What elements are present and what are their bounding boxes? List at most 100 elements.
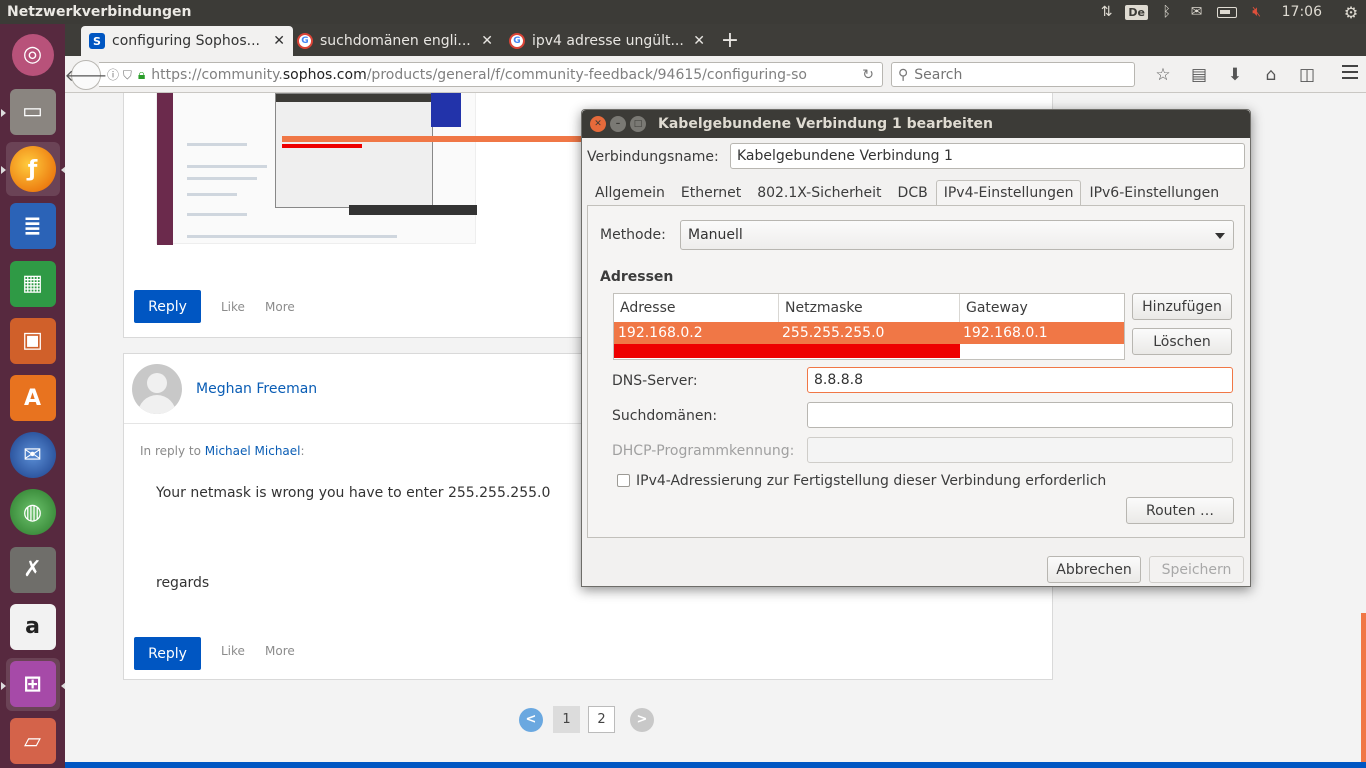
connection-name-input[interactable] [730, 143, 1245, 169]
trash-button[interactable]: ▱ [6, 715, 60, 768]
dhcp-client-id-label: DHCP-Programmkennung: [612, 443, 795, 459]
url-bar[interactable]: ⓘ ⛉ 🔒︎ https://community.sophos.com/prod… [99, 62, 883, 87]
google-favicon-icon: G [297, 33, 313, 49]
volume-muted-icon[interactable]: 🔇︎ [1242, 0, 1272, 24]
more-link[interactable]: More [265, 644, 295, 658]
tab-ipv4-settings[interactable]: IPv4-Einstellungen [935, 180, 1082, 205]
impress-button[interactable]: ▣ [6, 314, 60, 367]
site-info-icon[interactable]: ⓘ ⛉ [107, 66, 132, 83]
window-title: Netzwerkverbindungen [7, 4, 192, 20]
reload-icon[interactable]: ↻ [862, 67, 874, 83]
tab-configuring-sophos[interactable]: S configuring Sophos... ✕ [81, 26, 293, 56]
screenshot-attachment[interactable] [156, 93, 792, 245]
require-ipv4-checkbox[interactable] [617, 474, 630, 487]
maximize-icon[interactable]: □ [630, 116, 646, 132]
method-label: Methode: [600, 227, 666, 243]
tab-allgemein[interactable]: Allgemein [587, 180, 673, 205]
network-connections-button[interactable]: ⊞ [0, 657, 66, 711]
more-link[interactable]: More [265, 300, 295, 314]
keyboard-layout-icon[interactable]: De [1122, 0, 1152, 24]
amazon-button[interactable]: a [6, 600, 60, 653]
home-icon[interactable]: ⌂ [1253, 65, 1289, 85]
minimize-icon[interactable]: – [610, 116, 626, 132]
method-select[interactable]: Manuell [680, 220, 1234, 250]
back-arrow-icon: 🡐 [64, 66, 108, 85]
firefox-button[interactable]: ƒ [0, 142, 66, 196]
new-tab-icon[interactable]: + [717, 28, 743, 53]
page-1[interactable]: 1 [553, 706, 580, 733]
routes-button[interactable]: Routen … [1126, 497, 1234, 524]
page-2[interactable]: 2 [588, 706, 615, 733]
add-address-button[interactable]: Hinzufügen [1132, 293, 1232, 320]
calc-button[interactable]: ▦ [6, 257, 60, 310]
page-scrollbar[interactable] [1361, 613, 1366, 763]
edit-connection-dialog: ✕ – □ Kabelgebundene Verbindung 1 bearbe… [581, 109, 1251, 587]
next-page-icon[interactable]: > [630, 707, 654, 732]
cell-gateway[interactable]: 192.168.0.1 [959, 322, 1048, 344]
files-button[interactable]: ▭ [0, 85, 60, 138]
table-row[interactable]: 192.168.0.2 255.255.255.0 192.168.0.1 [614, 322, 1124, 344]
network-globe-button[interactable]: ◍ [6, 486, 60, 539]
power-gear-icon[interactable]: ⚙ [1336, 0, 1366, 24]
close-icon[interactable]: ✕ [590, 116, 606, 132]
writer-button[interactable]: ≣ [6, 200, 60, 253]
tab-suchdomaenen[interactable]: G suchdomänen engli... ✕ [289, 26, 501, 56]
like-link[interactable]: Like [221, 644, 245, 658]
column-header-address[interactable]: Adresse [614, 294, 779, 322]
download-icon[interactable]: ⬇ [1217, 65, 1253, 85]
save-button[interactable]: Speichern [1149, 556, 1244, 583]
previous-page-icon[interactable]: < [519, 707, 543, 732]
indicator-area: ⇅ De ᛒ ✉ 🔇︎ 17:06 ⚙ [1092, 0, 1366, 24]
files-icon: ▭ [9, 88, 56, 135]
reply-button[interactable]: Reply [134, 637, 201, 670]
system-settings-icon: ✗ [9, 546, 56, 593]
close-tab-icon[interactable]: ✕ [481, 33, 493, 49]
cancel-button[interactable]: Abbrechen [1047, 556, 1141, 583]
back-button[interactable]: 🡐 [65, 60, 107, 90]
battery-icon[interactable] [1212, 0, 1242, 24]
mail-icon[interactable]: ✉ [1182, 0, 1212, 24]
like-link[interactable]: Like [221, 300, 245, 314]
author-name[interactable]: Meghan Freeman [196, 381, 317, 397]
avatar[interactable] [132, 364, 182, 414]
network-updown-icon[interactable]: ⇅ [1092, 0, 1122, 24]
tab-ipv4-adresse[interactable]: G ipv4 adresse ungült... ✕ [501, 26, 713, 56]
thunderbird-button[interactable]: ✉ [6, 429, 60, 482]
tab-dcb[interactable]: DCB [890, 180, 936, 205]
ubuntu-dash-icon: ◎ [11, 33, 54, 76]
dialog-titlebar: ✕ – □ Kabelgebundene Verbindung 1 bearbe… [582, 110, 1250, 138]
cell-netmask[interactable]: 255.255.255.0 [778, 322, 884, 344]
column-header-gateway[interactable]: Gateway [960, 294, 1124, 322]
thunderbird-icon: ✉ [9, 432, 56, 479]
clock[interactable]: 17:06 [1282, 4, 1322, 20]
search-domains-input[interactable] [807, 402, 1233, 428]
table-error-highlight [614, 344, 960, 358]
pocket-icon[interactable]: ◫ [1289, 65, 1325, 85]
ubuntu-dash-button[interactable]: ◎ [6, 28, 60, 81]
tab-ethernet[interactable]: Ethernet [673, 180, 749, 205]
cell-address[interactable]: 192.168.0.2 [614, 322, 703, 344]
search-input[interactable] [914, 66, 1115, 83]
bookmark-star-icon[interactable]: ☆ [1145, 65, 1181, 85]
hamburger-menu-icon[interactable] [1342, 65, 1358, 79]
close-tab-icon[interactable]: ✕ [273, 33, 285, 49]
impress-icon: ▣ [9, 317, 56, 364]
reply-button[interactable]: Reply [134, 290, 201, 323]
software-center-button[interactable]: A [6, 371, 60, 424]
search-box[interactable]: ⚲ [891, 62, 1135, 87]
tab-8021x-security[interactable]: 802.1X-Sicherheit [749, 180, 889, 205]
reading-list-icon[interactable]: ▤ [1181, 65, 1217, 85]
column-header-netmask[interactable]: Netzmaske [779, 294, 960, 322]
close-tab-icon[interactable]: ✕ [693, 33, 705, 49]
sophos-favicon-icon: S [89, 33, 105, 49]
dhcp-client-id-input[interactable] [807, 437, 1233, 463]
system-settings-button[interactable]: ✗ [6, 543, 60, 596]
delete-address-button[interactable]: Löschen [1132, 328, 1232, 355]
require-ipv4-label[interactable]: IPv4-Adressierung zur Fertigstellung die… [636, 473, 1106, 489]
in-reply-to-link[interactable]: Michael Michael [205, 444, 301, 458]
tab-ipv6-settings[interactable]: IPv6-Einstellungen [1081, 180, 1227, 205]
dns-server-input[interactable] [807, 367, 1233, 393]
bluetooth-icon[interactable]: ᛒ [1152, 0, 1182, 24]
addresses-section-title: Adressen [600, 269, 674, 285]
tab-label: suchdomänen engli... [320, 33, 471, 49]
